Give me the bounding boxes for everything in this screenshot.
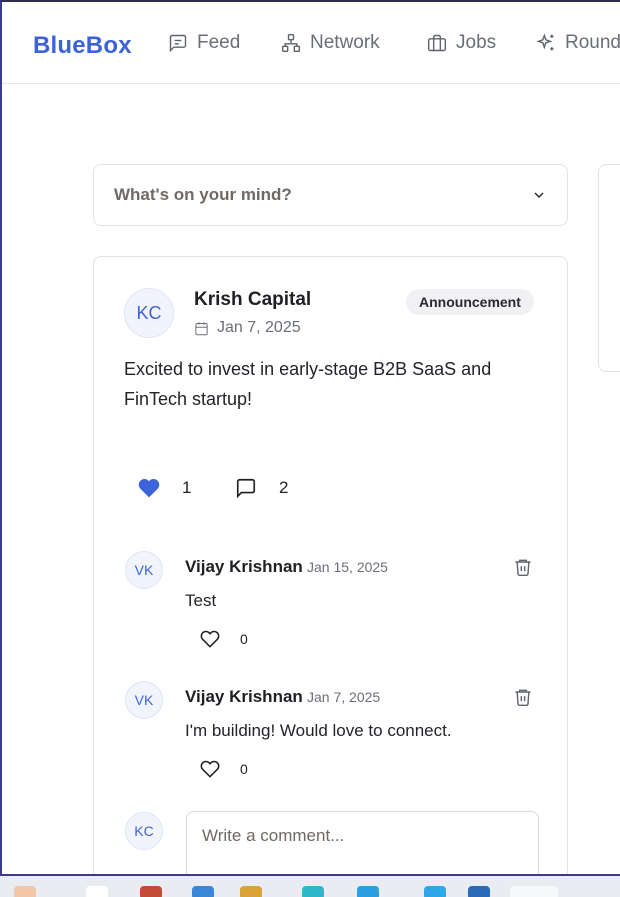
- briefcase-icon: [427, 34, 447, 52]
- trash-icon: [515, 559, 531, 577]
- os-taskbar: [0, 876, 620, 897]
- like-count: 1: [182, 478, 192, 497]
- post-text: Excited to invest in early-stage B2B Saa…: [124, 359, 492, 409]
- heart-icon: [200, 630, 220, 648]
- top-nav: BlueBox Feed Network Jobs Round: [2, 2, 620, 84]
- nav-item-label: Network: [310, 32, 380, 53]
- calendar-icon: [195, 321, 208, 335]
- nav-item-network[interactable]: Network: [281, 32, 380, 54]
- nav-item-label: Feed: [197, 32, 241, 53]
- post-composer[interactable]: What's on your mind?: [93, 164, 568, 226]
- comment-button[interactable]: 2: [235, 477, 288, 499]
- comment-text: Test: [185, 591, 217, 610]
- app-icon[interactable]: [468, 886, 490, 897]
- app-icon[interactable]: [14, 886, 36, 897]
- delete-comment-button[interactable]: [513, 557, 533, 577]
- network-icon: [281, 33, 301, 53]
- comment-like-button[interactable]: 0: [200, 629, 248, 649]
- app-icon[interactable]: [510, 886, 558, 897]
- heart-icon: [200, 760, 220, 778]
- app-icon[interactable]: [86, 886, 108, 897]
- avatar[interactable]: KC: [125, 812, 163, 850]
- chevron-down-icon[interactable]: [531, 187, 547, 203]
- app-icon[interactable]: [424, 886, 446, 897]
- sparkles-icon: [536, 33, 554, 51]
- comment-author[interactable]: Vijay Krishnan: [185, 557, 303, 577]
- post-card: KC Krish Capital Jan 7, 2025 Announcemen…: [93, 256, 568, 874]
- avatar[interactable]: VK: [125, 551, 163, 589]
- post-date-row: Jan 7, 2025: [194, 319, 301, 337]
- like-button[interactable]: 1: [138, 477, 191, 499]
- message-square-icon: [169, 34, 187, 53]
- comment-like-button[interactable]: 0: [200, 759, 248, 779]
- heart-filled-icon: [138, 479, 160, 498]
- post-type-badge: Announcement: [406, 289, 534, 315]
- app-icon[interactable]: [192, 886, 214, 897]
- app-window: BlueBox Feed Network Jobs Round What's o…: [0, 0, 620, 876]
- avatar[interactable]: KC: [124, 288, 174, 338]
- brand-logo[interactable]: BlueBox: [33, 32, 132, 60]
- app-icon[interactable]: [140, 886, 162, 897]
- nav-item-jobs[interactable]: Jobs: [427, 32, 496, 54]
- app-icon[interactable]: [240, 886, 262, 897]
- message-square-icon: [236, 478, 256, 499]
- comment-date: Jan 7, 2025: [307, 689, 381, 705]
- comment-count: 2: [279, 478, 289, 497]
- comment-input[interactable]: [186, 811, 539, 874]
- nav-item-feed[interactable]: Feed: [168, 32, 240, 54]
- trash-icon: [515, 689, 531, 707]
- comment-date: Jan 15, 2025: [307, 559, 388, 575]
- app-icon[interactable]: [302, 886, 324, 897]
- composer-placeholder: What's on your mind?: [114, 185, 292, 204]
- comment-like-count: 0: [240, 631, 248, 647]
- delete-comment-button[interactable]: [513, 687, 533, 707]
- nav-item-label: Round: [565, 32, 620, 53]
- post-author[interactable]: Krish Capital: [194, 289, 311, 311]
- app-icon[interactable]: [357, 886, 379, 897]
- side-panel-card: [598, 164, 620, 372]
- nav-item-round[interactable]: Round: [536, 32, 620, 54]
- comment-like-count: 0: [240, 761, 248, 777]
- comment-text: I'm building! Would love to connect.: [185, 721, 452, 740]
- post-date: Jan 7, 2025: [217, 319, 301, 336]
- nav-item-label: Jobs: [456, 32, 497, 53]
- avatar[interactable]: VK: [125, 681, 163, 719]
- comment-author[interactable]: Vijay Krishnan: [185, 687, 303, 707]
